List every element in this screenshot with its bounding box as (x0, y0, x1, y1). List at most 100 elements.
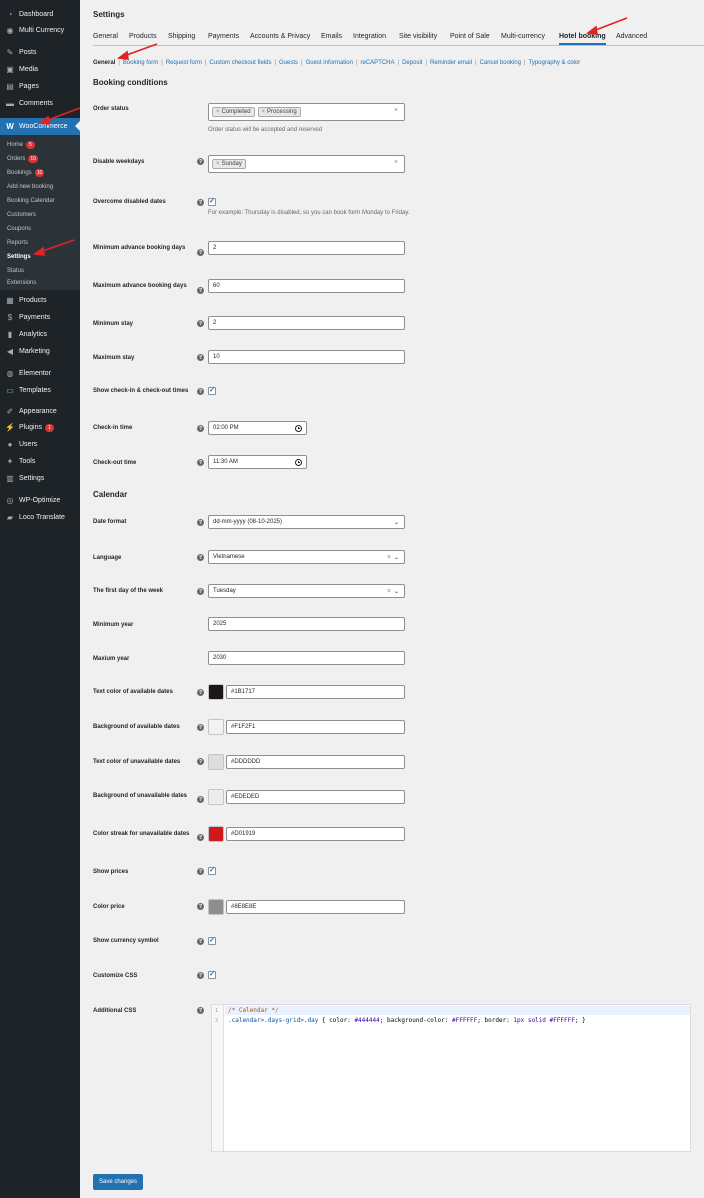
chip-completed[interactable]: × Completed (212, 107, 255, 117)
min-stay-input[interactable]: 2 (208, 316, 405, 330)
remove-icon[interactable]: × (216, 109, 220, 115)
subtab-guests[interactable]: Guests (279, 60, 298, 66)
help-icon[interactable]: ? (197, 834, 204, 841)
help-icon[interactable]: ? (197, 972, 204, 979)
color-swatch-text-available[interactable] (208, 684, 224, 700)
css-code-editor[interactable]: 1 2 /* Calendar */ .calendar>.days-grid>… (211, 1004, 691, 1152)
streak-color-input[interactable]: #D01919 (226, 827, 405, 841)
menu-multi-currency[interactable]: ◉ Multi Currency (0, 23, 80, 38)
help-icon[interactable]: ? (197, 724, 204, 731)
menu-elementor[interactable]: ◍ Elementor (0, 366, 80, 381)
menu-pages[interactable]: ▤ Pages (0, 79, 80, 94)
tab-payments[interactable]: Payments (208, 33, 239, 40)
checkout-time-input[interactable]: 11:30 AM (208, 455, 307, 469)
help-icon[interactable]: ? (197, 554, 204, 561)
help-icon[interactable]: ? (197, 1007, 204, 1014)
subtab-deposit[interactable]: Deposit (402, 60, 422, 66)
language-select[interactable]: Vietnamese × ⌄ (208, 550, 405, 564)
clear-icon[interactable]: × (387, 588, 391, 595)
menu-products[interactable]: ▦ Products (0, 293, 80, 308)
clear-icon[interactable]: × (387, 554, 391, 561)
help-icon[interactable]: ? (197, 158, 204, 165)
menu-marketing[interactable]: ◀ Marketing (0, 344, 80, 359)
submenu-coupons[interactable]: Coupons (7, 223, 31, 234)
text-available-color-input[interactable]: #1B1717 (226, 685, 405, 699)
tab-shipping[interactable]: Shipping (168, 33, 195, 40)
help-icon[interactable]: ? (197, 425, 204, 432)
help-icon[interactable]: ? (197, 588, 204, 595)
bg-unavailable-color-input[interactable]: #EDEDED (226, 790, 405, 804)
submenu-reports[interactable]: Reports (7, 237, 28, 248)
clock-icon[interactable] (295, 459, 302, 466)
remove-icon[interactable]: × (216, 161, 220, 167)
help-icon[interactable]: ? (197, 938, 204, 945)
menu-tools[interactable]: ✦ Tools (0, 454, 80, 469)
subtab-custom-checkout-fields[interactable]: Custom checkout fields (209, 60, 271, 66)
customize-css-checkbox[interactable]: ✓ (208, 971, 216, 979)
subtab-typography-color[interactable]: Typography & color (529, 60, 581, 66)
show-currency-checkbox[interactable]: ✓ (208, 937, 216, 945)
min-advance-input[interactable]: 2 (208, 241, 405, 255)
text-unavailable-color-input[interactable]: #DDDDDD (226, 755, 405, 769)
menu-templates[interactable]: ▭ Templates (0, 383, 80, 398)
tab-advanced[interactable]: Advanced (616, 33, 647, 40)
submenu-booking-calendar[interactable]: Booking Calendar (7, 195, 55, 206)
subtab-booking-form[interactable]: Booking form (123, 60, 158, 66)
help-icon[interactable]: ? (197, 320, 204, 327)
help-icon[interactable]: ? (197, 354, 204, 361)
max-stay-input[interactable]: 10 (208, 350, 405, 364)
submenu-bookings[interactable]: Bookings 10 (7, 167, 45, 178)
tab-hotel-booking[interactable]: Hotel booking (559, 33, 606, 45)
overcome-checkbox[interactable]: ✓ (208, 198, 216, 206)
checkin-time-input[interactable]: 02:00 PM (208, 421, 307, 435)
subtab-guest-information[interactable]: Guest information (306, 60, 353, 66)
tab-accounts-privacy[interactable]: Accounts & Privacy (250, 33, 310, 40)
menu-settings[interactable]: ▥ Settings (0, 471, 80, 486)
chip-processing[interactable]: × Processing (257, 107, 301, 117)
help-icon[interactable]: ? (197, 287, 204, 294)
clear-icon[interactable]: × (394, 107, 398, 114)
tab-integration[interactable]: Integration (353, 33, 386, 40)
help-icon[interactable]: ? (197, 868, 204, 875)
submenu-add-new-booking[interactable]: Add new booking (7, 181, 53, 192)
show-checkin-checkbox[interactable]: ✓ (208, 387, 216, 395)
menu-woocommerce[interactable]: W WooCommerce (0, 118, 80, 135)
tab-products[interactable]: Products (129, 33, 157, 40)
subtab-cancel-booking[interactable]: Cancel booking (480, 60, 521, 66)
submenu-orders[interactable]: Orders 10 (7, 153, 38, 164)
submenu-customers[interactable]: Customers (7, 209, 36, 220)
subtab-general[interactable]: General (93, 60, 115, 66)
chip-sunday[interactable]: × Sunday (212, 159, 246, 169)
help-icon[interactable]: ? (197, 199, 204, 206)
help-icon[interactable]: ? (197, 689, 204, 696)
max-year-input[interactable]: 2030 (208, 651, 405, 665)
clear-icon[interactable]: × (394, 159, 398, 166)
submenu-extensions[interactable]: Extensions (7, 277, 36, 288)
menu-dashboard[interactable]: ◔ Dashboard (0, 7, 80, 22)
menu-users[interactable]: ● Users (0, 437, 80, 452)
menu-appearance[interactable]: ✐ Appearance (0, 404, 80, 419)
color-swatch-streak[interactable] (208, 826, 224, 842)
tab-point-of-sale[interactable]: Point of Sale (450, 33, 490, 40)
tab-site-visibility[interactable]: Site visibility (399, 33, 437, 40)
min-year-input[interactable]: 2025 (208, 617, 405, 631)
menu-plugins[interactable]: ⚡ Plugins 1 (0, 420, 80, 435)
menu-media[interactable]: ▣ Media (0, 62, 80, 77)
help-icon[interactable]: ? (197, 796, 204, 803)
clock-icon[interactable] (295, 425, 302, 432)
show-prices-checkbox[interactable]: ✓ (208, 867, 216, 875)
submenu-settings[interactable]: Settings (7, 251, 31, 262)
submenu-status[interactable]: Status (7, 265, 24, 276)
tab-multi-currency[interactable]: Multi-currency (501, 33, 545, 40)
menu-payments[interactable]: $ Payments (0, 310, 80, 325)
price-color-input[interactable]: #8E8E8E (226, 900, 405, 914)
help-icon[interactable]: ? (197, 388, 204, 395)
color-swatch-text-unavailable[interactable] (208, 754, 224, 770)
menu-analytics[interactable]: ▮ Analytics (0, 327, 80, 342)
help-icon[interactable]: ? (197, 519, 204, 526)
color-swatch-price[interactable] (208, 899, 224, 915)
date-format-select[interactable]: dd-mm-yyyy (08-10-2025) ⌄ (208, 515, 405, 529)
bg-available-color-input[interactable]: #F1F2F1 (226, 720, 405, 734)
menu-wp-optimize[interactable]: ◎ WP-Optimize (0, 493, 80, 508)
max-advance-input[interactable]: 60 (208, 279, 405, 293)
